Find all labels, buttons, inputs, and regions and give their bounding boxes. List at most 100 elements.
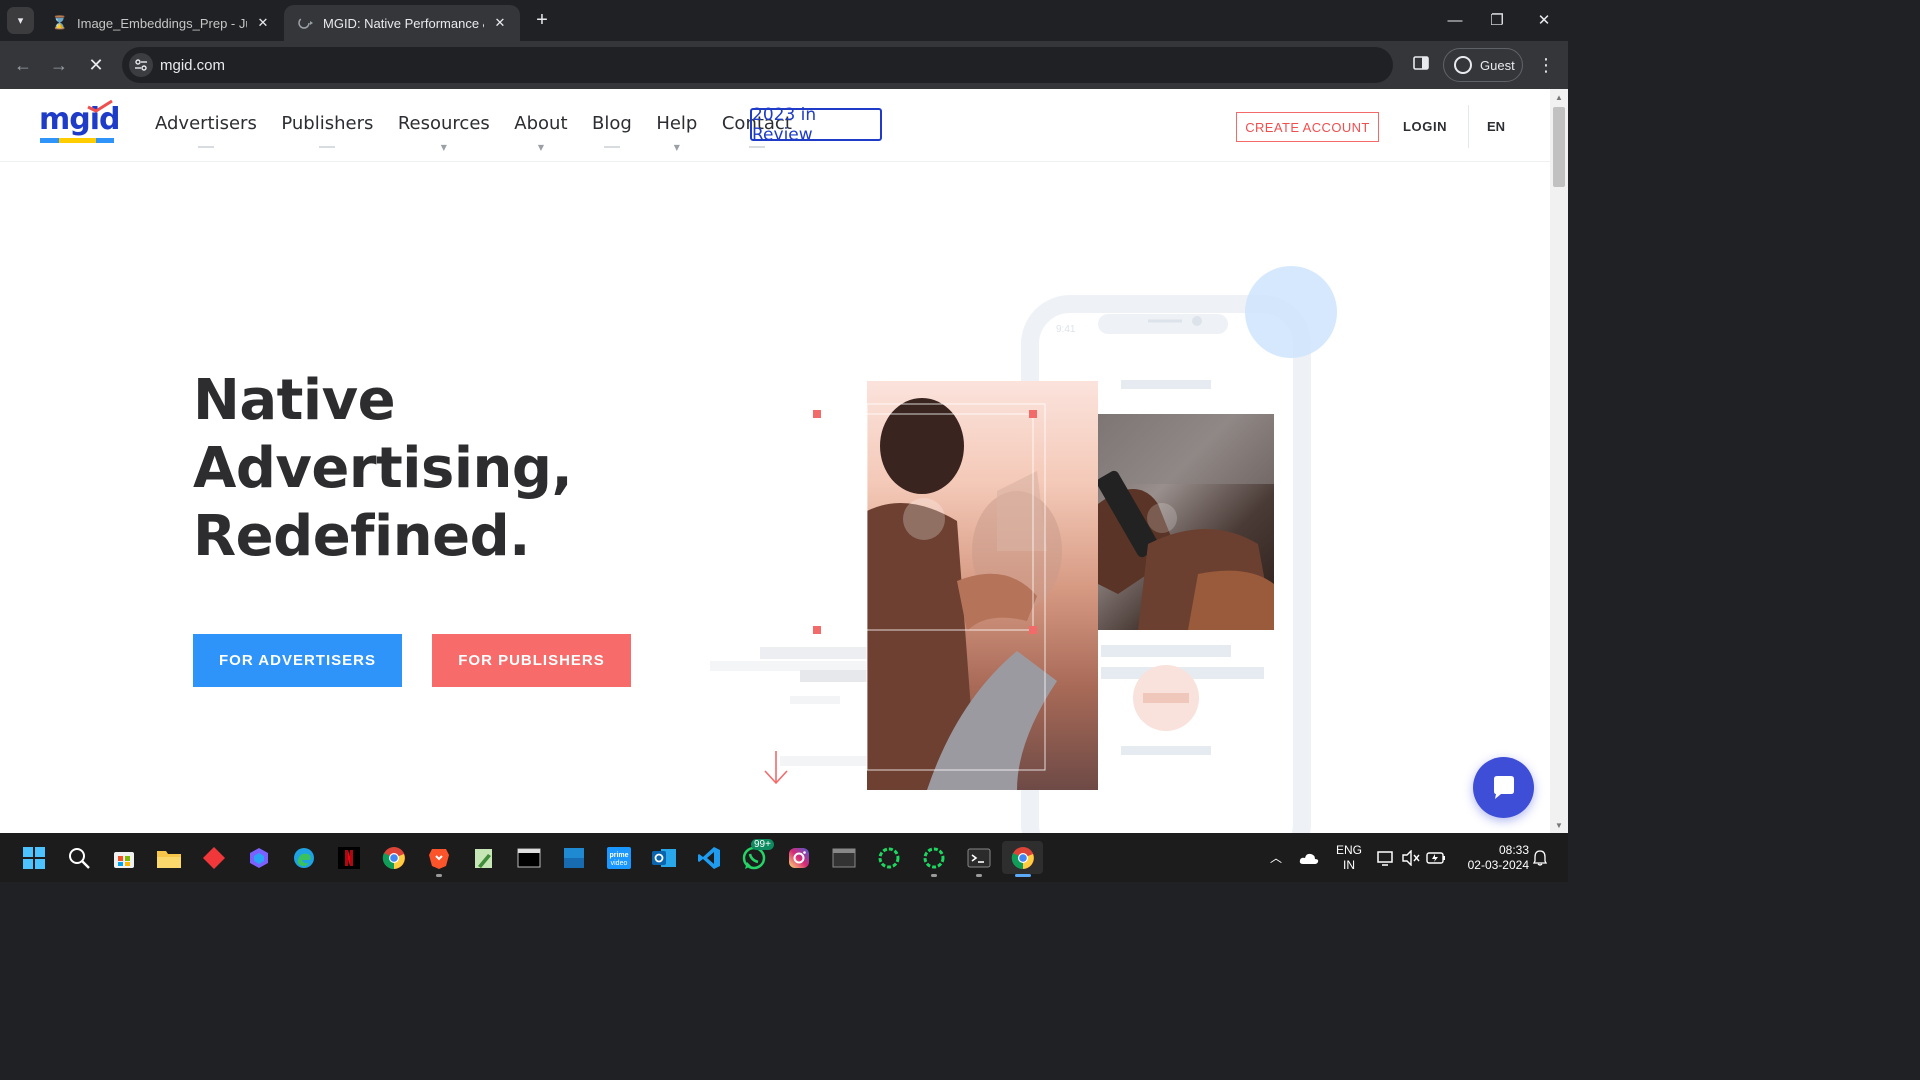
start-button[interactable] xyxy=(17,841,50,874)
header-divider xyxy=(1468,105,1469,148)
taskbar-cmd[interactable] xyxy=(827,841,860,874)
taskbar-notepad[interactable] xyxy=(467,841,500,874)
side-panel-button[interactable] xyxy=(1407,51,1435,79)
tab-search-button[interactable]: ▾ xyxy=(7,7,34,34)
nav-resources[interactable]: Resources ▼ xyxy=(397,113,490,152)
site-info-icon[interactable] xyxy=(129,53,153,77)
page-scrollbar[interactable]: ▲ ▼ xyxy=(1550,89,1568,833)
browser-tab-jupyter[interactable]: ⌛ Image_Embeddings_Prep - Jupyter ✕ xyxy=(38,5,283,41)
stop-loading-button[interactable]: ✕ xyxy=(82,51,110,79)
taskbar-git[interactable] xyxy=(197,841,230,874)
taskbar-brave[interactable] xyxy=(422,841,455,877)
taskbar-store[interactable] xyxy=(107,841,140,874)
nav-about[interactable]: About ▼ xyxy=(514,113,568,152)
forward-button[interactable]: → xyxy=(45,51,73,79)
taskbar-edge[interactable] xyxy=(287,841,320,874)
mgid-logo[interactable]: mgid xyxy=(39,99,121,145)
scroll-thumb[interactable] xyxy=(1553,107,1565,187)
taskbar-whatsapp[interactable]: 99+ xyxy=(737,839,774,874)
scroll-up-icon[interactable]: ▲ xyxy=(1554,92,1564,102)
browser-menu-button[interactable]: ⋮ xyxy=(1532,51,1560,79)
hero-title-line: Advertising, xyxy=(193,436,573,501)
arrow-down-icon[interactable] xyxy=(763,749,789,787)
nav-label: Resources xyxy=(397,113,490,134)
taskbar-copilot[interactable] xyxy=(242,841,275,874)
nav-label: Advertisers xyxy=(155,113,257,134)
for-publishers-button[interactable]: FOR PUBLISHERS xyxy=(432,634,631,687)
profile-button[interactable]: Guest xyxy=(1443,48,1523,82)
instagram-icon xyxy=(788,847,809,868)
back-button[interactable]: ← xyxy=(9,51,37,79)
taskbar-outlook[interactable] xyxy=(647,841,680,874)
terminal-icon xyxy=(967,848,990,867)
brave-icon xyxy=(428,848,449,869)
nav-2023-in-review[interactable]: 2023 in Review xyxy=(750,105,882,145)
nav-publishers[interactable]: Publishers xyxy=(281,113,373,148)
address-bar[interactable]: mgid.com xyxy=(122,47,1393,83)
hero-title-line: Native xyxy=(193,368,396,433)
taskbar-prime-video[interactable]: prime video xyxy=(602,841,635,874)
logo-check-icon xyxy=(87,99,113,113)
chevron-up-icon: ︿ xyxy=(1269,851,1282,865)
hourglass-icon: ⌛ xyxy=(51,15,69,30)
tray-clock[interactable]: 08:33 02-03-2024 xyxy=(1455,843,1529,873)
taskbar-app-spinner-1[interactable] xyxy=(872,841,905,874)
login-button[interactable]: LOGIN xyxy=(1403,119,1447,134)
outlook-icon xyxy=(651,848,676,867)
logo-stripe xyxy=(40,138,114,143)
hero-photo-phone-hands xyxy=(1098,414,1274,630)
close-window-button[interactable]: ✕ xyxy=(1531,8,1557,32)
scroll-down-icon[interactable]: ▼ xyxy=(1554,820,1564,830)
loading-icon xyxy=(298,15,314,31)
taskbar-word[interactable] xyxy=(557,841,590,874)
taskbar-file-explorer[interactable] xyxy=(152,841,185,874)
spinner-icon xyxy=(923,847,944,868)
more-vert-icon: ⋮ xyxy=(1537,54,1555,75)
nav-label: About xyxy=(514,113,568,134)
tray-volume[interactable] xyxy=(1400,833,1422,882)
profile-label: Guest xyxy=(1480,57,1515,73)
taskbar-app-spinner-2[interactable] xyxy=(917,841,950,877)
nav-advertisers[interactable]: Advertisers xyxy=(155,113,257,148)
taskbar-terminal-2[interactable] xyxy=(962,841,995,877)
browser-tab-mgid[interactable]: MGID: Native Performance & Programmatic … xyxy=(284,5,520,41)
spinner-icon xyxy=(878,847,899,868)
minimize-icon: — xyxy=(1447,11,1463,29)
taskbar-search[interactable] xyxy=(62,841,95,874)
nav-blog[interactable]: Blog xyxy=(592,113,632,148)
taskbar-vscode[interactable] xyxy=(692,841,725,874)
tray-battery[interactable] xyxy=(1424,833,1448,882)
taskbar-terminal[interactable] xyxy=(512,841,545,874)
nav-help[interactable]: Help ▼ xyxy=(656,113,697,152)
notifications-button[interactable] xyxy=(1530,833,1550,882)
restore-button[interactable]: ❐ xyxy=(1484,8,1510,32)
chat-widget-button[interactable] xyxy=(1473,757,1534,818)
taskbar-chrome-active[interactable] xyxy=(1002,841,1043,877)
nav-underline xyxy=(748,146,765,148)
chrome-icon xyxy=(1011,846,1034,869)
for-advertisers-button[interactable]: FOR ADVERTISERS xyxy=(193,634,402,687)
nav-underline xyxy=(603,146,620,148)
svg-text:video: video xyxy=(610,860,627,867)
taskbar-instagram[interactable] xyxy=(782,841,815,874)
new-tab-button[interactable]: + xyxy=(530,8,554,32)
tray-onedrive[interactable] xyxy=(1297,833,1321,882)
tray-overflow-button[interactable]: ︿ xyxy=(1266,833,1286,882)
create-account-button[interactable]: CREATE ACCOUNT xyxy=(1236,112,1379,142)
chrome-icon xyxy=(382,846,405,869)
nav-underline xyxy=(319,146,336,148)
taskbar-netflix[interactable] xyxy=(332,841,365,874)
site-header: mgid Advertisers Publishers Resources ▼ xyxy=(0,89,1550,162)
svg-text:prime: prime xyxy=(609,852,628,859)
language-selector[interactable]: EN xyxy=(1487,119,1505,134)
taskbar-chrome[interactable] xyxy=(377,841,410,874)
file-explorer-icon xyxy=(156,850,181,868)
minimize-button[interactable]: — xyxy=(1442,8,1468,32)
close-icon: ✕ xyxy=(88,54,104,75)
close-tab-icon[interactable]: ✕ xyxy=(492,15,508,31)
close-tab-icon[interactable]: ✕ xyxy=(255,15,271,31)
bell-icon xyxy=(1533,849,1547,866)
tray-language[interactable]: ENG IN xyxy=(1333,843,1365,873)
volume-muted-icon xyxy=(1402,849,1420,866)
tray-network[interactable] xyxy=(1375,833,1397,882)
